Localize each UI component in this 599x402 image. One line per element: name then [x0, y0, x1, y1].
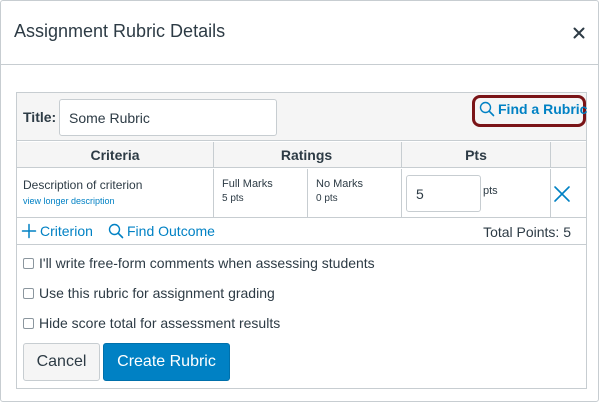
- ratings-column-header: Ratings: [280, 147, 333, 163]
- hide-score-total-label: Hide score total for assessment results: [39, 315, 281, 331]
- find-outcome-button[interactable]: Find Outcome: [108, 223, 215, 239]
- dialog-title: Assignment Rubric Details: [14, 21, 226, 41]
- rating-points: 5 pts: [222, 193, 244, 204]
- pts-column-header: Pts: [465, 147, 487, 163]
- close-icon[interactable]: [571, 25, 587, 41]
- search-icon: [479, 101, 495, 117]
- rubric-table-header: Criteria Ratings Pts: [17, 142, 586, 168]
- create-rubric-button[interactable]: Create Rubric: [103, 343, 230, 381]
- rubric-title-label: Title:: [23, 109, 57, 125]
- cancel-button[interactable]: Cancel: [23, 343, 100, 381]
- use-for-grading-label: Use this rubric for assignment grading: [39, 285, 275, 301]
- rating-name[interactable]: Full Marks: [222, 178, 273, 190]
- free-form-comments-option[interactable]: I'll write free-form comments when asses…: [23, 254, 375, 272]
- find-rubric-link[interactable]: Find a Rubric: [479, 99, 587, 119]
- column-divider: [401, 169, 402, 218]
- column-divider: [213, 169, 214, 218]
- add-criterion-label: Criterion: [40, 223, 93, 239]
- points-input[interactable]: [406, 175, 481, 212]
- rubric-title-row: Title: Find a Rubric: [17, 93, 587, 141]
- points-suffix: pts: [483, 185, 498, 197]
- dialog-header: Assignment Rubric Details: [1, 1, 598, 65]
- total-points: Total Points: 5: [483, 224, 571, 240]
- delete-criterion-icon[interactable]: [553, 185, 571, 203]
- criteria-column-header: Criteria: [90, 147, 140, 163]
- column-divider: [550, 169, 551, 218]
- rubric-actions-row: Criterion Find Outcome Total Points: 5: [17, 219, 586, 245]
- column-divider: [550, 142, 551, 168]
- use-for-grading-checkbox[interactable]: [23, 287, 34, 299]
- add-criterion-button[interactable]: Criterion: [21, 223, 93, 239]
- search-icon: [108, 223, 124, 239]
- plus-icon: [21, 223, 37, 239]
- free-form-comments-checkbox[interactable]: [23, 257, 34, 269]
- rubric-editor: Title: Find a Rubric Criteria Ratings Pt…: [16, 92, 587, 389]
- criterion-description[interactable]: Description of criterion: [23, 178, 142, 192]
- column-divider: [401, 142, 402, 168]
- column-divider: [213, 142, 214, 168]
- rating-name[interactable]: No Marks: [316, 178, 363, 190]
- hide-score-total-checkbox[interactable]: [23, 317, 34, 329]
- free-form-comments-label: I'll write free-form comments when asses…: [39, 255, 375, 271]
- rating-divider: [307, 169, 308, 218]
- rating-points: 0 pts: [316, 193, 338, 204]
- rubric-dialog: Assignment Rubric Details Title: Find a …: [0, 0, 599, 402]
- hide-score-total-option[interactable]: Hide score total for assessment results: [23, 314, 280, 332]
- criterion-row: Description of criterion view longer des…: [17, 169, 586, 218]
- view-longer-description-link[interactable]: view longer description: [23, 196, 115, 206]
- find-outcome-label: Find Outcome: [127, 223, 215, 239]
- rubric-title-input[interactable]: [59, 99, 277, 136]
- use-for-grading-option[interactable]: Use this rubric for assignment grading: [23, 284, 275, 302]
- find-rubric-label: Find a Rubric: [498, 101, 588, 117]
